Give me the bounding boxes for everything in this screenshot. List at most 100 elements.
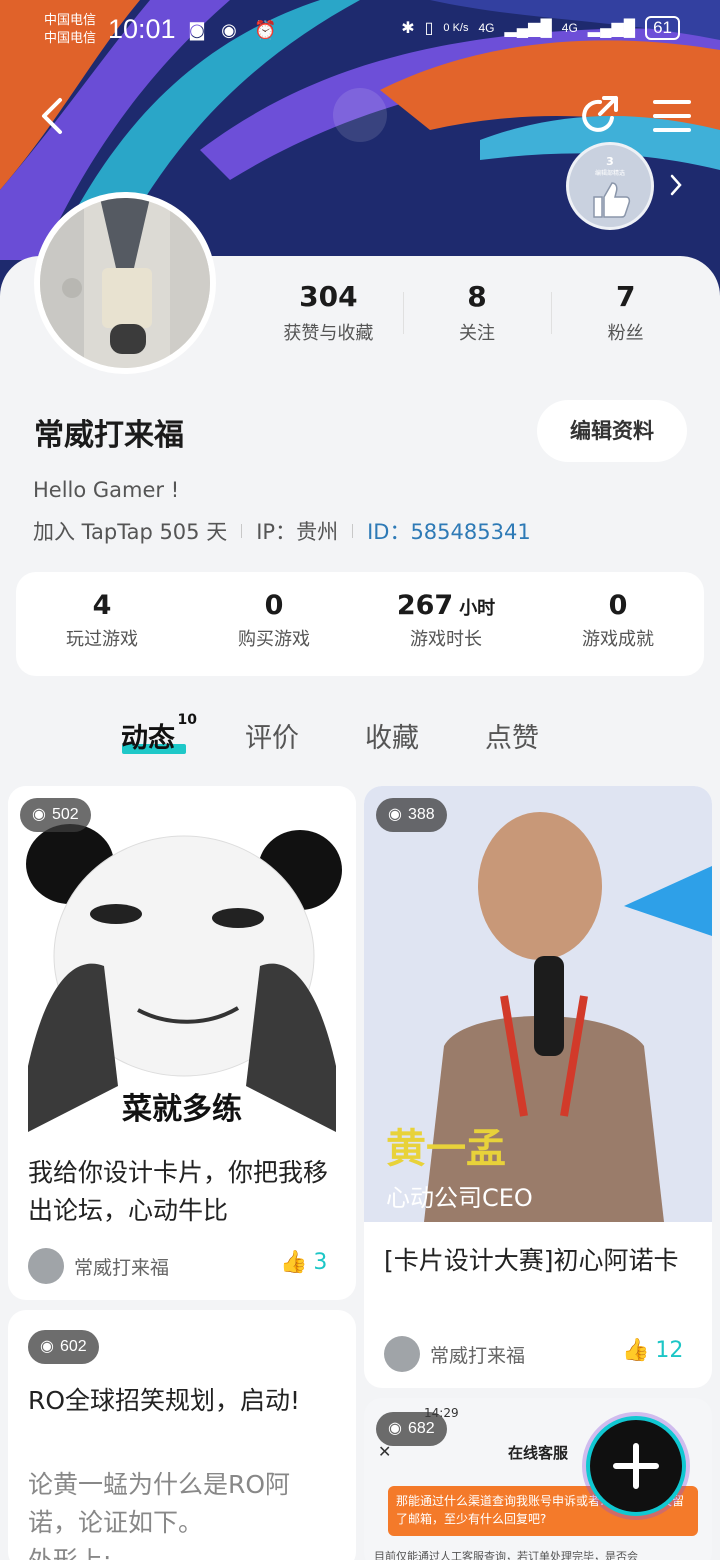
create-post-button[interactable] <box>586 1416 686 1516</box>
view-count-value: 388 <box>407 806 435 823</box>
game-stat-bought[interactable]: 0 购买游戏 <box>188 572 360 676</box>
view-count-value: 602 <box>59 1338 87 1355</box>
status-indicators: ✱ ▯ 0 K/s 4G ▂▄▆█ 4G ▂▄▆█ 61 <box>401 16 680 40</box>
author-name: 常威打来福 <box>74 1256 170 1279</box>
view-count: ◉ 502 <box>20 798 91 832</box>
badge-more-button[interactable] <box>668 172 684 198</box>
battery-indicator: 61 <box>645 16 680 40</box>
hamburger-icon <box>653 100 691 132</box>
view-count-value: 682 <box>407 1420 435 1437</box>
eye-icon: ◉ <box>40 1338 54 1355</box>
signal-4g-1: 4G <box>478 21 495 35</box>
achievement-badge[interactable]: 3 编辑部精选 <box>566 142 654 230</box>
stat-likes[interactable]: 304 获赞与收藏 <box>254 280 403 350</box>
stat-following[interactable]: 8 关注 <box>402 280 552 350</box>
signal-bars-icon: ▂▄▆█ <box>504 20 552 37</box>
user-id[interactable]: ID：585485341 <box>367 516 531 546</box>
bluetooth-icon: ✱ <box>401 20 415 37</box>
join-days: 加入 TapTap 505 天 <box>33 520 228 544</box>
author-avatar <box>28 1248 64 1284</box>
profile-stats: 304 获赞与收藏 8 关注 7 粉丝 <box>254 280 700 350</box>
image-caption-title: 心动公司CEO <box>386 1184 533 1212</box>
tab-likes[interactable]: 点赞 <box>485 716 539 755</box>
divider <box>352 524 354 538</box>
game-stat-value: 0 <box>608 590 628 621</box>
image-caption-name: 黄一孟 <box>386 1126 506 1172</box>
game-stat-hours[interactable]: 267 小时 游戏时长 <box>360 572 532 676</box>
edit-profile-button[interactable]: 编辑资料 <box>537 400 687 462</box>
game-stat-value: 267 小时 <box>396 590 496 621</box>
like-button[interactable]: 👍 12 <box>622 1338 683 1363</box>
screenshot-reply: 目前仅能通过人工客服查询，若订单处理完毕，是否会 <box>374 1550 638 1560</box>
stat-label: 获赞与收藏 <box>283 323 374 344</box>
game-stat-label: 购买游戏 <box>238 629 310 650</box>
tab-posts[interactable]: 动态 10 <box>121 712 197 755</box>
app-notification-icon: ◙ <box>188 20 206 41</box>
post-card[interactable]: 黄一孟 心动公司CEO ◉ 388 [卡片设计大赛]初心阿诺卡 常威打来福 👍 … <box>364 786 712 1388</box>
post-card[interactable]: ◉ 602 RO全球招笑规划，启动! 论黄一蜢为什么是RO阿 诺，论证如下。 外… <box>8 1310 356 1560</box>
game-stat-value: 4 <box>92 590 112 621</box>
signal-4g-2: 4G <box>561 21 578 35</box>
image-caption: 菜就多练 <box>122 1092 242 1127</box>
divider <box>241 524 243 538</box>
author-name: 常威打来福 <box>430 1344 526 1367</box>
signal-bars-icon: ▂▄▆█ <box>587 20 636 37</box>
view-count: ◉ 388 <box>376 798 447 832</box>
game-stat-label: 游戏时长 <box>410 629 482 650</box>
tab-label: 动态 <box>121 723 175 754</box>
view-count: ◉ 602 <box>28 1330 99 1364</box>
post-author[interactable]: 常威打来福 <box>28 1248 169 1284</box>
user-name: 常威打来福 <box>34 418 184 453</box>
user-bio: Hello Gamer ! <box>33 478 180 502</box>
menu-button[interactable] <box>652 98 692 134</box>
stat-value: 7 <box>615 280 636 313</box>
stat-value: 304 <box>299 280 358 313</box>
excerpt-line: 论黄一蜢为什么是RO阿 <box>28 1470 291 1499</box>
thumbs-up-icon <box>593 182 631 218</box>
alarm-icon: ⏰ <box>254 20 277 41</box>
game-stat-achievements[interactable]: 0 游戏成就 <box>532 572 704 676</box>
share-button[interactable] <box>578 94 622 138</box>
back-button[interactable] <box>34 96 74 136</box>
ip-location: IP：贵州 <box>256 520 339 544</box>
chevron-right-icon <box>670 174 682 196</box>
post-card[interactable]: 菜就多练 ◉ 502 我给你设计卡片，你把我移出论坛，心动牛比 常威打来福 👍 … <box>8 786 356 1300</box>
post-title: RO全球招笑规划，启动! <box>28 1386 301 1415</box>
stat-label: 粉丝 <box>607 323 644 344</box>
game-stat-played[interactable]: 4 玩过游戏 <box>16 572 188 676</box>
view-count-value: 502 <box>51 806 79 823</box>
plus-icon <box>613 1443 659 1489</box>
post-image-panda-meme <box>8 786 356 1132</box>
badge-level: 3 <box>606 155 614 168</box>
game-stat-label: 游戏成就 <box>582 629 654 650</box>
carrier-1: 中国电信 <box>44 13 97 28</box>
author-avatar <box>384 1336 420 1372</box>
share-icon <box>582 96 618 132</box>
view-count: ◉ 682 <box>376 1412 447 1446</box>
tab-favorites[interactable]: 收藏 <box>365 716 419 755</box>
thumbs-up-icon: 👍 <box>280 1250 308 1275</box>
thumbs-up-icon: 👍 <box>622 1338 650 1363</box>
tab-count: 10 <box>177 712 197 728</box>
screenshot-title: 在线客服 <box>508 1444 569 1462</box>
avatar[interactable] <box>34 192 216 374</box>
eye-icon: ◉ <box>221 20 237 41</box>
eye-icon: ◉ <box>32 806 46 823</box>
stat-followers[interactable]: 7 粉丝 <box>551 280 700 350</box>
badge-caption: 编辑部精选 <box>594 170 625 177</box>
game-stat-label: 玩过游戏 <box>66 629 138 650</box>
post-excerpt: 论黄一蜢为什么是RO阿 诺，论证如下。 外形上: <box>28 1466 290 1560</box>
tab-reviews[interactable]: 评价 <box>245 716 299 755</box>
excerpt-line: 诺，论证如下。 <box>28 1508 204 1537</box>
chevron-left-icon <box>42 98 62 134</box>
like-button[interactable]: 👍 3 <box>280 1250 327 1275</box>
like-count: 3 <box>313 1250 328 1275</box>
network-speed: 0 K/s <box>443 22 469 34</box>
status-bar: 中国电信 中国电信 10:01 ◙ ◉ ⏰ ✱ ▯ 0 K/s 4G ▂▄▆█ … <box>0 0 720 64</box>
stat-value: 8 <box>467 280 487 313</box>
game-stat-value: 0 <box>264 590 284 621</box>
excerpt-line: 外形上: <box>28 1542 290 1560</box>
eye-icon: ◉ <box>388 1420 402 1437</box>
post-title: 我给你设计卡片，你把我移出论坛，心动牛比 <box>28 1158 329 1225</box>
post-author[interactable]: 常威打来福 <box>384 1336 525 1372</box>
